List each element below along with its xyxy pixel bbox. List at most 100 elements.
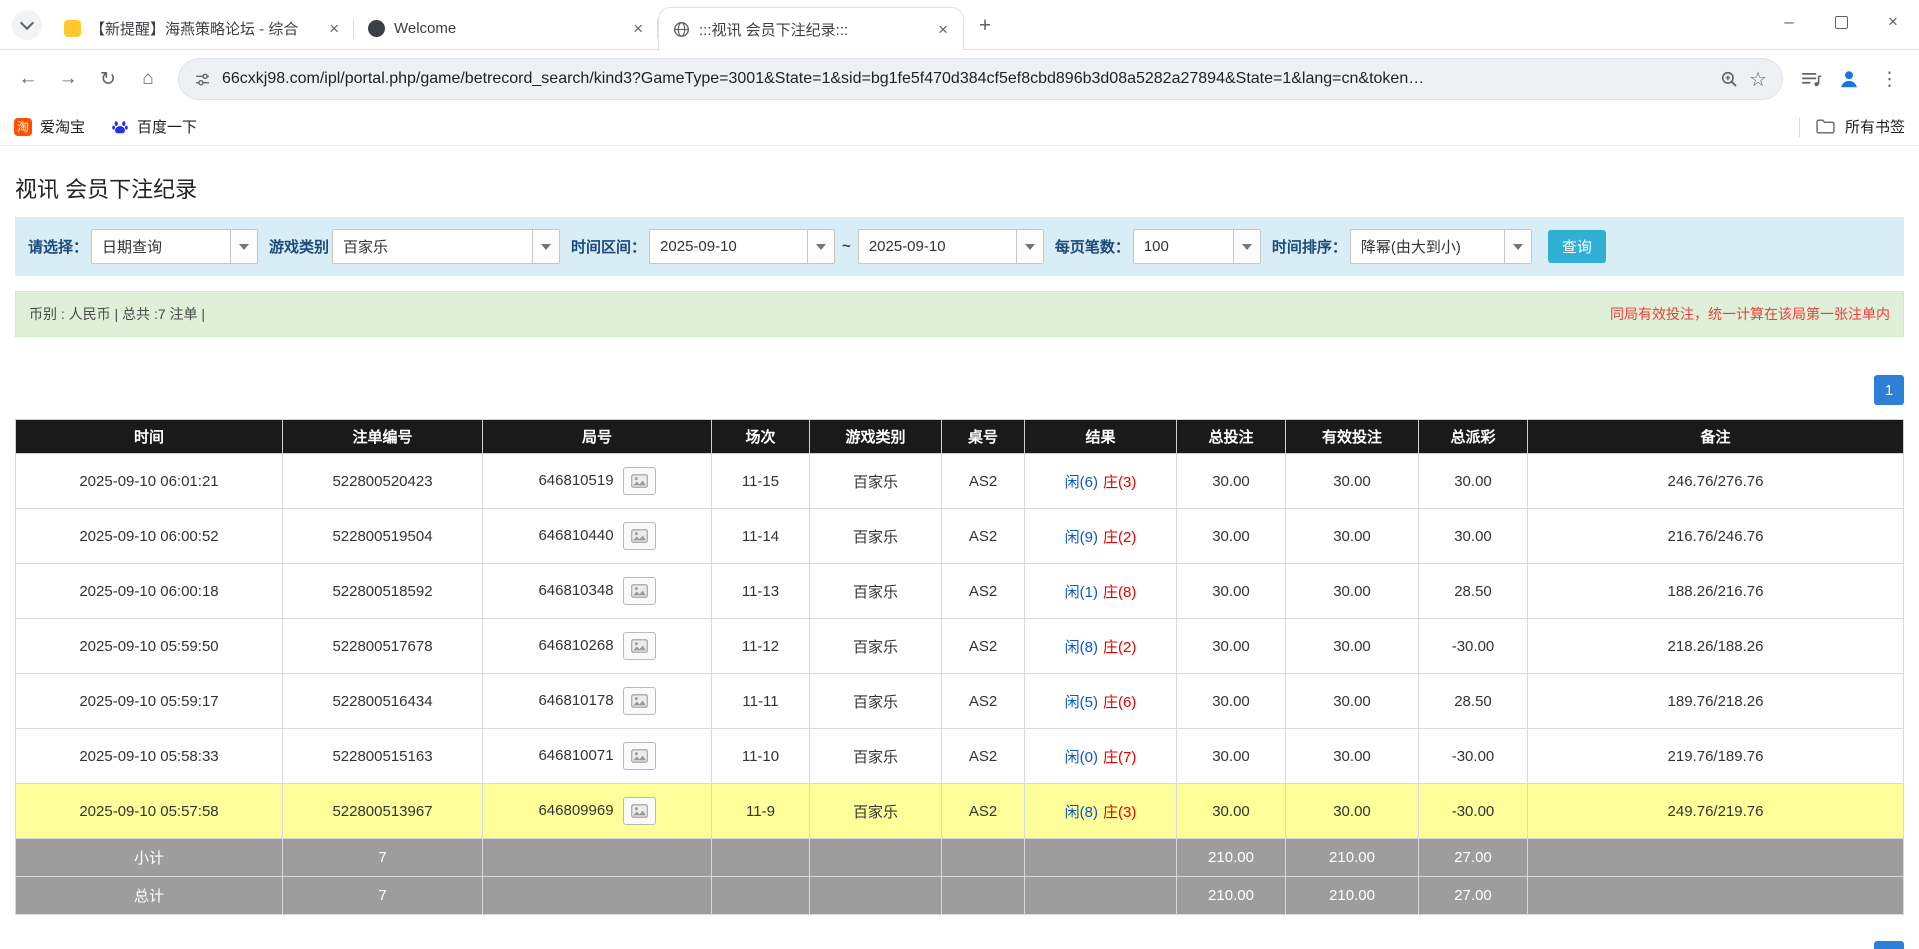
- cell-time: 2025-09-10 06:00:18: [16, 564, 283, 619]
- chevron-down-icon[interactable]: [230, 230, 257, 263]
- date-from-select[interactable]: 2025-09-10: [649, 229, 835, 264]
- close-icon[interactable]: ×: [933, 19, 953, 40]
- cell-total-bet[interactable]: 30.00: [1177, 564, 1286, 619]
- cell-round-id: 646809969: [483, 784, 712, 839]
- table-row: 2025-09-10 05:59:50 522800517678 6468102…: [16, 619, 1904, 674]
- cell-table-no: AS2: [942, 674, 1025, 729]
- minimize-button[interactable]: –: [1763, 0, 1815, 44]
- cell-total-bet[interactable]: 30.00: [1177, 674, 1286, 729]
- zoom-icon[interactable]: [1720, 70, 1738, 88]
- game-type-label: 游戏类别: [269, 236, 329, 257]
- date-range-label: 时间区间：: [571, 236, 646, 257]
- subtotal-valid-bet: 210.00: [1286, 839, 1419, 877]
- cell-round-id: 646810071: [483, 729, 712, 784]
- total-row: 总计 7 210.00 210.00 27.00: [16, 877, 1904, 915]
- all-bookmarks[interactable]: 所有书签: [1799, 116, 1905, 137]
- profile-avatar-icon[interactable]: [1832, 68, 1866, 90]
- cell-table-no: AS2: [942, 619, 1025, 674]
- cell-total-bet[interactable]: 30.00: [1177, 619, 1286, 674]
- tab-forum[interactable]: 【新提醒】海燕策略论坛 - 综合 ×: [50, 7, 354, 49]
- new-tab-button[interactable]: +: [970, 11, 1000, 41]
- home-button[interactable]: ⌂: [130, 61, 166, 97]
- cell-total-bet[interactable]: 30.00: [1177, 784, 1286, 839]
- cell-session: 11-9: [712, 784, 810, 839]
- result-banker: 庄(6): [1103, 694, 1136, 711]
- col-game-type: 游戏类别: [810, 420, 942, 454]
- url-text[interactable]: 66cxkj98.com/ipl/portal.php/game/betreco…: [222, 70, 1709, 88]
- tab-title: :::视讯 会员下注纪录:::: [699, 19, 924, 40]
- cell-note: 249.76/219.76: [1528, 784, 1904, 839]
- cell-round-id: 646810519: [483, 454, 712, 509]
- bookmark-taobao[interactable]: 淘 爱淘宝: [14, 116, 85, 137]
- page-1-button[interactable]: 1: [1874, 941, 1904, 949]
- round-replay-button[interactable]: [623, 577, 656, 605]
- tab-title: Welcome: [394, 20, 619, 37]
- col-table-no: 桌号: [942, 420, 1025, 454]
- round-replay-button[interactable]: [623, 797, 656, 825]
- round-replay-button[interactable]: [623, 467, 656, 495]
- maximize-button[interactable]: [1815, 0, 1867, 44]
- cell-result: 闲(0)庄(7): [1025, 729, 1177, 784]
- cell-total-bet[interactable]: 30.00: [1177, 729, 1286, 784]
- close-icon[interactable]: ×: [628, 18, 648, 39]
- date-to-select[interactable]: 2025-09-10: [858, 229, 1044, 264]
- window-close-button[interactable]: ×: [1867, 0, 1919, 44]
- cell-round-id: 646810268: [483, 619, 712, 674]
- browser-menu-icon[interactable]: ⋮: [1870, 68, 1909, 91]
- forward-button[interactable]: →: [50, 61, 86, 97]
- site-settings-icon[interactable]: [194, 71, 211, 88]
- tab-welcome[interactable]: Welcome ×: [354, 7, 658, 49]
- tab-betrecord-active[interactable]: :::视讯 会员下注纪录::: ×: [658, 7, 964, 50]
- page-size-select[interactable]: 100: [1133, 229, 1261, 264]
- chevron-down-icon[interactable]: [1504, 230, 1531, 263]
- search-button[interactable]: 查询: [1548, 230, 1606, 263]
- cell-time: 2025-09-10 06:00:52: [16, 509, 283, 564]
- result-banker: 庄(2): [1103, 639, 1136, 656]
- cell-valid-bet: 30.00: [1286, 454, 1419, 509]
- table-row: 2025-09-10 05:58:33 522800515163 6468100…: [16, 729, 1904, 784]
- round-id-text: 646810348: [538, 582, 613, 599]
- cell-table-no: AS2: [942, 784, 1025, 839]
- cell-game: 百家乐: [810, 674, 942, 729]
- cell-result: 闲(1)庄(8): [1025, 564, 1177, 619]
- cell-round-id: 646810178: [483, 674, 712, 729]
- cell-note: 189.76/218.26: [1528, 674, 1904, 729]
- cell-valid-bet: 30.00: [1286, 729, 1419, 784]
- bookmark-star-icon[interactable]: ☆: [1749, 67, 1767, 92]
- col-bet-id: 注单编号: [283, 420, 483, 454]
- page-1-button[interactable]: 1: [1874, 375, 1904, 405]
- media-controls-icon[interactable]: [1795, 71, 1828, 88]
- cell-table-no: AS2: [942, 564, 1025, 619]
- round-id-text: 646809969: [538, 802, 613, 819]
- time-sort-select[interactable]: 降幂(由大到小): [1350, 229, 1532, 264]
- cell-round-id: 646810348: [483, 564, 712, 619]
- close-icon[interactable]: ×: [324, 18, 344, 39]
- round-replay-button[interactable]: [623, 687, 656, 715]
- cell-game: 百家乐: [810, 564, 942, 619]
- cell-session: 11-11: [712, 674, 810, 729]
- cell-session: 11-13: [712, 564, 810, 619]
- bookmark-baidu[interactable]: 百度一下: [111, 116, 197, 137]
- subtotal-row: 小计 7 210.00 210.00 27.00: [16, 839, 1904, 877]
- cell-total-bet[interactable]: 30.00: [1177, 454, 1286, 509]
- query-type-select[interactable]: 日期查询: [91, 229, 258, 264]
- game-type-select[interactable]: 百家乐: [332, 229, 560, 264]
- cell-game: 百家乐: [810, 784, 942, 839]
- refresh-button[interactable]: ↻: [90, 61, 126, 97]
- chevron-down-icon[interactable]: [532, 230, 559, 263]
- tab-search-button[interactable]: [12, 10, 42, 40]
- cell-session: 11-15: [712, 454, 810, 509]
- cell-valid-bet: 30.00: [1286, 564, 1419, 619]
- address-bar[interactable]: 66cxkj98.com/ipl/portal.php/game/betreco…: [178, 58, 1783, 100]
- back-button[interactable]: ←: [10, 61, 46, 97]
- round-replay-button[interactable]: [623, 522, 656, 550]
- chevron-down-icon[interactable]: [1016, 230, 1043, 263]
- chevron-down-icon[interactable]: [1233, 230, 1260, 263]
- round-replay-button[interactable]: [623, 742, 656, 770]
- tab-strip: 【新提醒】海燕策略论坛 - 综合 × Welcome × :::视讯 会员下注纪…: [0, 0, 1919, 50]
- round-replay-button[interactable]: [623, 632, 656, 660]
- cell-table-no: AS2: [942, 729, 1025, 784]
- cell-total-bet[interactable]: 30.00: [1177, 509, 1286, 564]
- chevron-down-icon[interactable]: [807, 230, 834, 263]
- folder-icon: [1816, 119, 1835, 134]
